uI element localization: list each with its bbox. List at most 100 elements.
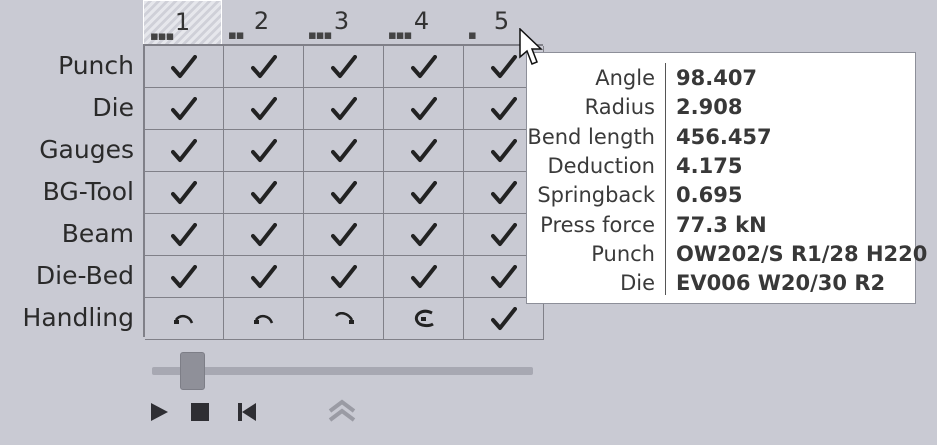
check-icon <box>171 180 197 205</box>
tooltip-key: Radius <box>584 95 655 120</box>
check-icon <box>410 222 437 247</box>
step-slider-thumb[interactable] <box>180 352 206 390</box>
grid-cell[interactable] <box>304 88 384 130</box>
tooltip-row: Press force 77.3 kN <box>527 211 915 240</box>
grid-cell[interactable] <box>145 298 224 340</box>
stop-icon <box>191 403 209 421</box>
grid-cell[interactable] <box>384 298 464 340</box>
grid-cell[interactable] <box>145 88 224 130</box>
check-icon <box>490 138 517 163</box>
tooltip-value: OW202/S R1/28 H220 <box>676 241 928 266</box>
row-label-bg-tool: BG-Tool <box>42 177 134 206</box>
grid-cell[interactable] <box>145 46 224 88</box>
skip-back-button[interactable] <box>232 397 262 427</box>
grid-cell[interactable] <box>304 298 384 340</box>
column-header-4[interactable]: ▪▪▪ 4 <box>382 0 461 44</box>
tooltip-value: 0.695 <box>676 183 743 208</box>
check-icon <box>330 264 357 289</box>
check-icon <box>330 180 357 205</box>
row-label-punch: Punch <box>58 51 134 80</box>
mouse-cursor-icon <box>519 28 543 65</box>
tooltip-value: EV006 W20/30 R2 <box>676 271 886 296</box>
tooltip-value: 4.175 <box>676 153 743 178</box>
check-icon <box>330 138 357 163</box>
grid-cell[interactable] <box>224 130 304 172</box>
check-icon <box>171 138 197 163</box>
grid-cell[interactable] <box>224 88 304 130</box>
column-5-number: 5 <box>493 7 510 35</box>
skip-back-icon <box>238 403 256 421</box>
grid-cell[interactable] <box>304 214 384 256</box>
grid-cell[interactable] <box>304 130 384 172</box>
grid-cell[interactable] <box>304 256 384 298</box>
check-icon <box>330 96 357 121</box>
row-label-die-bed: Die-Bed <box>35 261 134 290</box>
tooltip-row: Radius 2.908 <box>527 93 915 122</box>
rotate-left-icon <box>172 312 196 326</box>
tooltip-key: Angle <box>595 66 655 90</box>
check-icon <box>250 264 277 289</box>
column-1-number: 1 <box>174 8 191 36</box>
grid-cell[interactable] <box>384 130 464 172</box>
check-icon <box>410 54 437 79</box>
check-icon <box>490 264 517 289</box>
column-header-2[interactable]: ▪▪ 2 <box>222 0 301 44</box>
check-icon <box>410 138 437 163</box>
grid-cell[interactable] <box>145 172 224 214</box>
step-check-grid <box>143 44 544 340</box>
check-icon <box>490 54 517 79</box>
grid-cell[interactable] <box>224 46 304 88</box>
check-icon <box>330 54 357 79</box>
grid-cell[interactable] <box>145 214 224 256</box>
rotate-right-icon <box>332 311 356 326</box>
grid-cell[interactable] <box>384 88 464 130</box>
column-header-3[interactable]: ▪▪▪ 3 <box>302 0 381 44</box>
check-icon <box>250 222 277 247</box>
grid-cell[interactable] <box>304 46 384 88</box>
grid-cell[interactable] <box>145 256 224 298</box>
grid-cell[interactable] <box>304 172 384 214</box>
check-icon <box>250 180 277 205</box>
column-3-number: 3 <box>333 7 350 35</box>
row-label-die: Die <box>92 93 134 122</box>
column-3-dots: ▪▪▪ <box>308 28 332 43</box>
stop-button[interactable] <box>185 397 215 427</box>
grid-cell[interactable] <box>384 46 464 88</box>
grid-cell[interactable] <box>224 214 304 256</box>
check-icon <box>171 264 197 289</box>
tooltip-key: Bend length <box>527 124 655 149</box>
grid-cell[interactable] <box>224 256 304 298</box>
grid-cell[interactable] <box>384 214 464 256</box>
grid-cell[interactable] <box>464 298 544 340</box>
tooltip-value: 77.3 kN <box>676 212 767 237</box>
rotate-left-icon <box>252 312 276 326</box>
tooltip-row: Angle 98.407 <box>527 64 915 93</box>
tooltip-row: Bend length 456.457 <box>527 123 915 152</box>
collapse-button[interactable] <box>327 396 357 426</box>
turn-over-icon <box>412 309 436 329</box>
check-icon <box>171 96 197 121</box>
grid-cell[interactable] <box>224 172 304 214</box>
grid-cell[interactable] <box>224 298 304 340</box>
bend-info-tooltip: Angle 98.407 Radius 2.908 Bend length 456.457… <box>526 52 927 304</box>
grid-cell[interactable] <box>384 172 464 214</box>
tooltip-row: Die EV006 W20/30 R2 <box>527 269 915 298</box>
column-2-dots: ▪▪ <box>228 28 245 43</box>
check-icon <box>410 264 437 289</box>
tooltip-row: Springback 0.695 <box>527 181 915 210</box>
tooltip-key: Deduction <box>547 153 655 178</box>
tooltip-value: 456.457 <box>676 124 772 149</box>
column-header-1[interactable]: ▪▪▪ 1 <box>143 0 222 44</box>
check-icon <box>490 306 517 331</box>
grid-cell[interactable] <box>145 130 224 172</box>
tooltip-key: Die <box>620 271 655 296</box>
column-2-number: 2 <box>253 7 270 35</box>
row-label-gauges: Gauges <box>39 135 134 164</box>
step-slider-track[interactable] <box>152 367 533 375</box>
play-button[interactable] <box>144 397 174 427</box>
check-icon <box>250 54 277 79</box>
check-icon <box>171 54 197 79</box>
tooltip-row: Punch OW202/S R1/28 H220 <box>527 240 927 269</box>
grid-cell[interactable] <box>384 256 464 298</box>
tooltip-value: 98.407 <box>676 66 758 90</box>
